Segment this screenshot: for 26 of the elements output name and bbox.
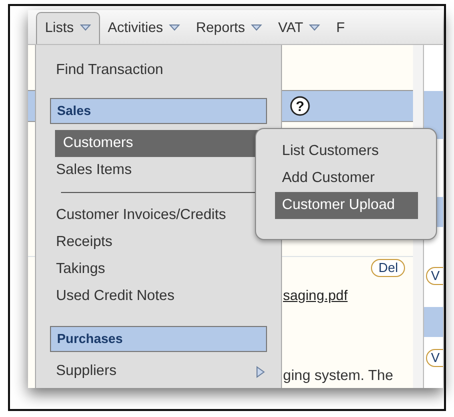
menu-item[interactable]: Takings xyxy=(36,256,281,283)
menu-tab[interactable]: Activities xyxy=(100,13,188,44)
side-header xyxy=(424,307,443,337)
submenu-item[interactable]: Add Customer xyxy=(256,165,436,192)
caret-icon xyxy=(169,24,180,31)
caret-icon xyxy=(80,24,91,31)
view-button[interactable]: V xyxy=(426,349,443,367)
menu-tab[interactable]: VAT xyxy=(270,13,328,44)
menu-tab[interactable]: Reports xyxy=(188,13,270,44)
file-link[interactable]: saging.pdf xyxy=(283,284,413,306)
menu-tab[interactable]: Lists xyxy=(36,12,100,44)
menu-item[interactable]: Suppliers xyxy=(36,358,281,385)
caret-icon xyxy=(309,24,320,31)
description-text: ging system. The xyxy=(283,367,394,386)
submenu-arrow-icon xyxy=(256,366,265,378)
view-button[interactable]: V xyxy=(426,267,443,285)
caret-icon xyxy=(251,24,262,31)
help-button[interactable]: ? xyxy=(290,96,310,116)
menu-tab[interactable]: F xyxy=(328,13,345,44)
submenu-item[interactable]: Customer Upload xyxy=(275,192,418,219)
menu-item[interactable]: Used Credit Notes xyxy=(36,283,281,310)
menu-section-header: Purchases xyxy=(50,326,267,352)
delete-button[interactable]: Del xyxy=(371,258,405,277)
menu-item[interactable]: Receipts xyxy=(36,229,281,256)
menu-item[interactable]: Find Transaction xyxy=(36,57,281,84)
menu-section-header: Sales xyxy=(50,98,267,124)
